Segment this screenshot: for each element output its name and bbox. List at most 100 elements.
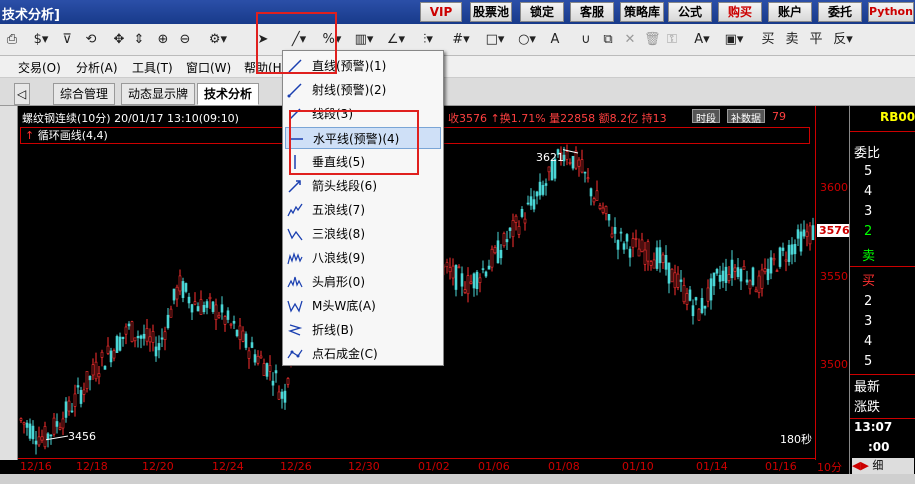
candle-body [130,321,134,343]
candle-body [583,171,587,174]
nav-left-icon[interactable]: ◀▶ [852,459,869,472]
vip-button[interactable]: VIP [420,2,462,22]
five-wave-icon [287,203,303,217]
tab-technical[interactable]: 技术分析 [197,83,260,105]
tab-scroll-left-icon[interactable]: ◁ [14,83,30,105]
candle-body [652,259,656,269]
circle-icon[interactable]: ○▾ [514,29,540,51]
menu-item-three-wave[interactable]: 三浪线(8) [285,223,441,245]
candle-body [694,297,698,301]
candle-body [811,225,815,241]
rect-icon[interactable]: □▾ [482,29,508,51]
candle-body [670,268,674,283]
buy-quick-icon[interactable]: 买 [760,29,776,51]
buy-level: 5 [864,354,873,369]
candle-body [625,234,629,242]
menu-trade[interactable]: 交易(O) [18,59,61,76]
sell-level: 5 [864,164,873,179]
delete-icon[interactable]: ✕ [622,29,638,51]
menu-window[interactable]: 窗口(W) [186,59,231,76]
grid-icon[interactable]: #▾ [448,29,474,51]
angle-icon[interactable]: ∠▾ [382,29,410,51]
buy-button[interactable]: 购买 [718,2,762,22]
flat-quick-icon[interactable]: 平 [808,29,824,51]
menu-analysis[interactable]: 分析(A) [76,59,118,76]
candle-body [61,418,65,429]
stock-pool-button[interactable]: 股票池 [470,2,512,22]
candle-body [79,390,83,404]
settings-icon[interactable]: ⚙▾ [204,29,232,51]
m-w-icon [287,300,303,313]
panel-nav[interactable]: ◀▶ 细 [852,458,914,474]
save-icon[interactable]: ▣▾ [720,29,748,51]
move-icon[interactable]: ✥ [110,29,128,51]
buy-level: 3 [864,314,873,329]
zoom-out-icon[interactable]: ⊖ [176,29,194,51]
sell-quick-icon[interactable]: 卖 [784,29,800,51]
candle-body [772,257,776,261]
detail-tab[interactable]: 细 [872,459,883,472]
bracket-icon[interactable]: ⫶▾ [414,29,442,51]
candle-body [190,304,194,313]
head-shoulders-icon [287,276,303,288]
candle-body [451,265,455,279]
service-button[interactable]: 客服 [570,2,614,22]
candle-body [616,240,620,250]
menu-item-head-shoulders[interactable]: 头肩形(0) [285,271,441,293]
magnet-icon[interactable]: ∪ [578,29,594,51]
fib-icon[interactable]: ▥▾ [350,29,378,51]
order-button[interactable]: 委托 [818,2,862,22]
menu-item-five-wave[interactable]: 五浪线(7) [285,199,441,221]
candle-body [727,274,731,281]
menu-item-golden[interactable]: 点石成金(C) [285,343,441,365]
menu-item-polyline[interactable]: 折线(B) [285,319,441,341]
trash-icon[interactable]: 🗑 [644,29,661,51]
candle-body [448,267,452,273]
tab-dynamic[interactable]: 动态显示牌 [121,83,196,105]
reverse-quick-icon[interactable]: 反▾ [830,29,856,51]
text-icon[interactable]: A [546,29,564,51]
formula-button[interactable]: 公式 [668,2,712,22]
left-side-strip[interactable] [0,106,18,460]
range-icon[interactable]: ⇕ [132,29,146,51]
print-icon[interactable]: ⎙ [4,29,20,51]
menu-item-eight-wave[interactable]: 八浪线(9) [285,247,441,269]
strategy-button[interactable]: 策略库 [620,2,664,22]
candle-body [76,385,80,388]
tick-time: 13:07 [854,420,893,434]
copy-icon[interactable]: ⧉ [600,29,616,51]
candle-body [700,297,704,313]
account-button[interactable]: 账户 [768,2,812,22]
menu-item-arrow-line[interactable]: 箭头线段(6) [285,175,441,197]
candle-body [133,337,137,342]
zoom-in-icon[interactable]: ⊕ [154,29,172,51]
candle-body [205,301,209,308]
menu-item-ray[interactable]: 射线(预警)(2) [285,79,441,101]
candle-body [712,272,716,287]
candle-body [580,159,584,173]
candle-body [730,259,734,279]
python-button[interactable]: Python [868,2,914,22]
candle-body [664,254,668,270]
candle-body [718,274,722,282]
tab-overview[interactable]: 综合管理 [53,83,116,105]
period-button[interactable]: 时段 [692,109,720,125]
lock-icon[interactable]: ⚿ [664,29,680,51]
candle-body [253,354,257,363]
candle-body [184,283,188,292]
lock-button[interactable]: 锁定 [520,2,564,22]
candle-body [31,425,35,440]
dollar-icon[interactable]: $▾ [30,29,52,51]
color-icon[interactable]: A▾ [688,29,716,51]
highlight-horizontal-line [289,110,419,175]
candle-body [604,206,608,214]
filter-icon[interactable]: ⊽ [58,29,76,51]
refresh-icon[interactable]: ⟲ [82,29,100,51]
candle-body [106,345,110,354]
buy-label: 买 [862,274,876,289]
menu-item-m-w[interactable]: M头W底(A) [285,295,441,317]
candle-body [520,208,524,217]
menu-tools[interactable]: 工具(T) [132,59,173,76]
fill-data-button[interactable]: 补数据 [727,109,765,125]
candle-body [64,401,68,418]
